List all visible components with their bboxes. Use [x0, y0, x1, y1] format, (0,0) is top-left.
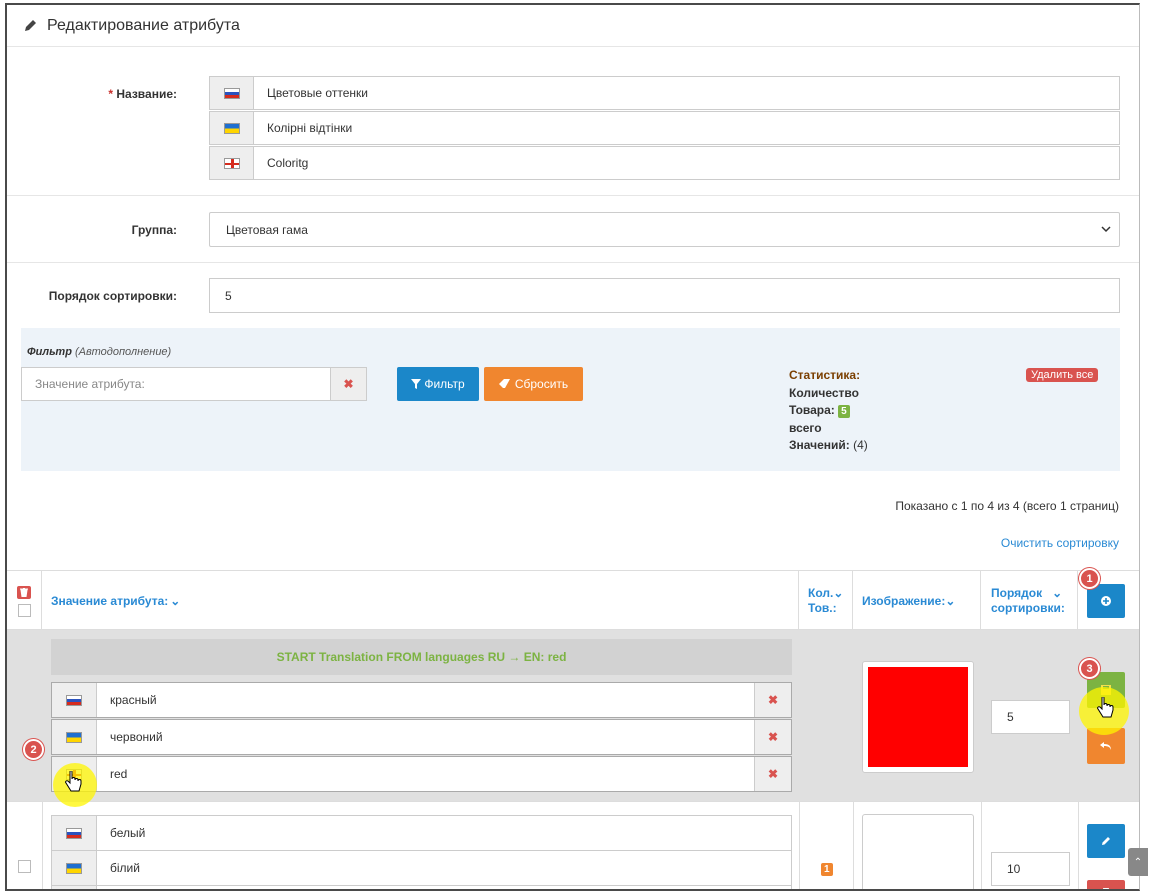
- row-checkbox[interactable]: [18, 860, 31, 873]
- row-sort-input[interactable]: 5: [991, 700, 1070, 734]
- flag-ru-icon: [52, 683, 97, 717]
- hand-cursor-icon: [65, 771, 82, 792]
- name-input-ua[interactable]: Колірні відтінки: [209, 111, 1120, 145]
- col-image-header[interactable]: Изображение: ⌄: [853, 571, 981, 631]
- delete-all-button[interactable]: Удалить все: [1026, 368, 1099, 382]
- filter-button[interactable]: Фильтр: [397, 367, 479, 401]
- clear-sort-link[interactable]: Очистить сортировку: [1001, 536, 1119, 550]
- divider: [7, 262, 1139, 263]
- add-value-button[interactable]: [1087, 584, 1125, 618]
- group-label: Группа:: [131, 223, 177, 237]
- col-value-header[interactable]: Значение атрибута: ⌄: [42, 571, 799, 631]
- flag-ua-icon: [210, 112, 254, 144]
- statistics: Статистика: Количество Товара: 5 всего З…: [789, 368, 868, 452]
- undo-icon: [1100, 742, 1111, 750]
- attribute-edit-panel: Редактирование атрибута * Название: Цвет…: [5, 3, 1140, 891]
- value-input-ru[interactable]: белый: [51, 815, 792, 851]
- qty-badge: 1: [821, 863, 833, 876]
- select-all-checkbox[interactable]: [17, 603, 31, 617]
- pencil-icon: [25, 19, 36, 31]
- image-preview[interactable]: [862, 661, 974, 773]
- clear-filter-button[interactable]: ✖: [330, 367, 367, 401]
- sort-label: Порядок сортировки:: [48, 289, 177, 303]
- page-title: Редактирование атрибута: [47, 16, 240, 34]
- image-preview[interactable]: [862, 814, 974, 889]
- clear-value-button[interactable]: ✖: [754, 683, 791, 717]
- edit-button[interactable]: [1087, 824, 1125, 858]
- pagination-info: Показано с 1 по 4 из 4 (всего 1 страниц): [895, 499, 1119, 513]
- filter-panel: Фильтр (Автодополнение) Значение атрибут…: [21, 328, 1120, 471]
- table-header: Значение атрибута: ⌄ Кол.⌄ Тов.: Изображен…: [7, 570, 1139, 631]
- reset-button[interactable]: Сбросить: [484, 367, 583, 401]
- name-input-en[interactable]: Coloritg: [209, 146, 1120, 180]
- table-row-editing: START Translation FROM languages RU → EN…: [7, 630, 1139, 801]
- filter-title: Фильтр (Автодополнение): [27, 346, 172, 358]
- sort-order-input[interactable]: 5: [209, 278, 1120, 313]
- flag-ua-icon: [52, 720, 97, 754]
- marker-3: 3: [1079, 658, 1100, 679]
- value-input-ua[interactable]: білий: [51, 850, 792, 886]
- flag-ua-icon: [52, 851, 97, 885]
- filter-input[interactable]: Значение атрибута:: [21, 367, 331, 401]
- marker-2: 2: [23, 739, 44, 760]
- value-input-en[interactable]: red ✖: [51, 756, 792, 792]
- translation-note: START Translation FROM languages RU → EN…: [51, 639, 792, 675]
- hand-cursor-icon: [1097, 697, 1114, 718]
- flag-ru-icon: [52, 816, 97, 850]
- value-input-ua[interactable]: червоний ✖: [51, 719, 792, 755]
- color-swatch: [868, 667, 968, 767]
- divider: [7, 195, 1139, 196]
- clear-value-button[interactable]: ✖: [754, 757, 791, 791]
- flag-ru-icon: [210, 77, 254, 109]
- name-label: * Название:: [108, 87, 177, 101]
- col-qty-header[interactable]: Кол.⌄ Тов.:: [799, 571, 853, 631]
- value-input-ru[interactable]: красный ✖: [51, 682, 792, 718]
- filter-icon: [411, 379, 422, 389]
- table-row: белый білий 1 10: [7, 801, 1139, 889]
- pencil-icon: [1102, 837, 1110, 845]
- value-input-en[interactable]: [51, 885, 792, 889]
- chevron-down-icon: [1101, 226, 1111, 233]
- trash-icon[interactable]: [17, 585, 31, 599]
- panel-header: Редактирование атрибута: [7, 5, 1139, 47]
- delete-button[interactable]: [1087, 880, 1125, 889]
- col-sort-header[interactable]: Порядок ⌄ сортировки:: [981, 571, 1078, 631]
- qty-badge: 5: [838, 405, 850, 418]
- group-select[interactable]: Цветовая гама: [209, 212, 1120, 247]
- scroll-to-top-button[interactable]: ⌃: [1128, 848, 1148, 876]
- eraser-icon: [498, 379, 510, 388]
- flag-en-icon: [210, 147, 254, 179]
- clear-value-button[interactable]: ✖: [754, 720, 791, 754]
- marker-1: 1: [1079, 568, 1100, 589]
- plus-circle-icon: [1101, 596, 1111, 606]
- trash-icon: [1103, 888, 1109, 889]
- row-sort-input[interactable]: 10: [991, 852, 1070, 886]
- name-input-ru[interactable]: Цветовые оттенки: [209, 76, 1120, 110]
